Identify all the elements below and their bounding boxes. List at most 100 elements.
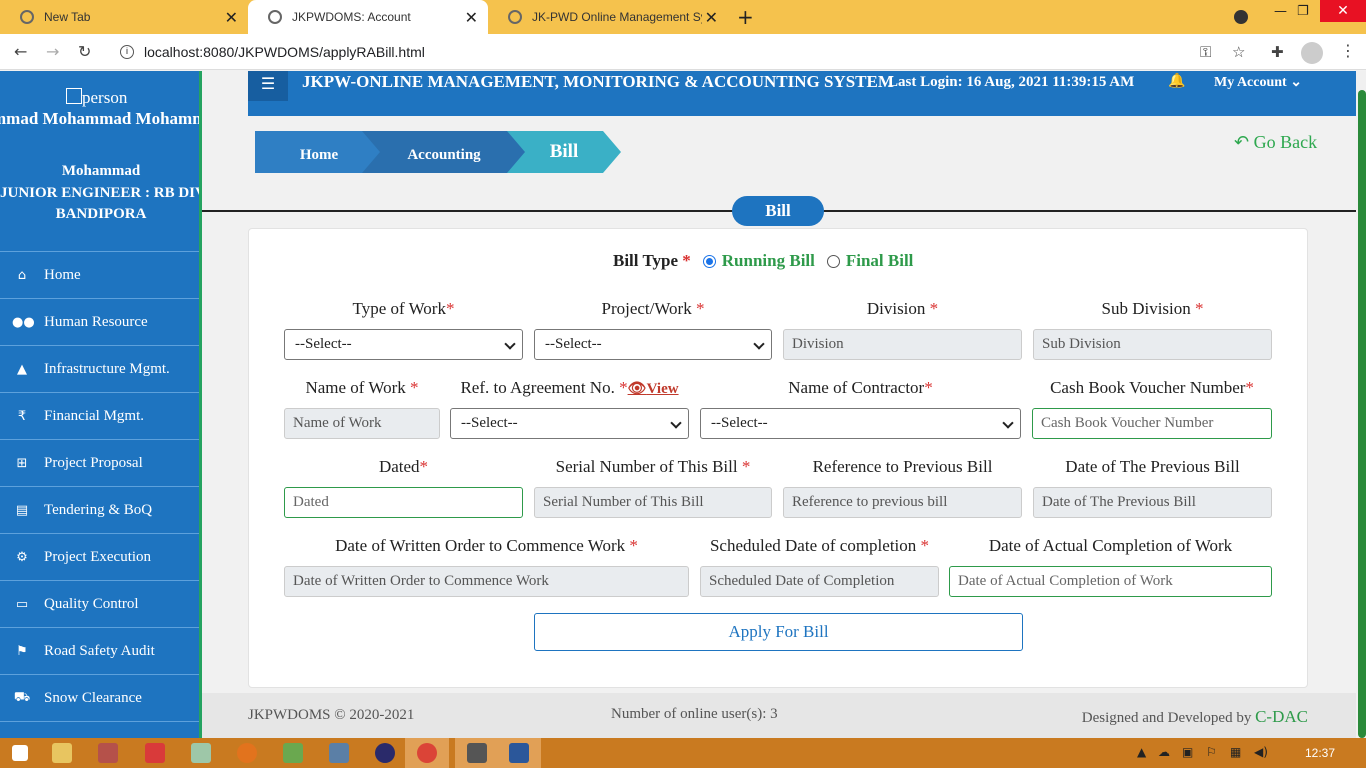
forward-icon[interactable]: →	[46, 42, 59, 61]
browser-tab-new-tab[interactable]: New Tab ✕	[0, 0, 248, 34]
tray-chevron-icon[interactable]: ▲	[1137, 745, 1146, 759]
tab-title: New Tab	[44, 10, 91, 24]
sidebar-item-snow-clearance[interactable]: ⛟ Snow Clearance	[0, 674, 199, 721]
running-bill-radio[interactable]	[702, 254, 716, 268]
app-icon[interactable]	[145, 743, 165, 763]
ref-prev-bill-field[interactable]: Reference to previous bill	[783, 487, 1022, 518]
home-icon: ⌂	[17, 267, 27, 283]
sub-division-field[interactable]: Sub Division	[1033, 329, 1272, 360]
final-bill-radio[interactable]	[826, 254, 840, 268]
browser-tab-jkpwd[interactable]: JK-PWD Online Management Sys ✕	[488, 0, 728, 34]
minimize-icon[interactable]: —	[1274, 4, 1287, 19]
settings-icon[interactable]	[467, 743, 487, 763]
star-icon[interactable]: ☆	[1232, 43, 1245, 61]
running-bill-label[interactable]: Running Bill	[722, 251, 815, 271]
sidebar-item-road-safety[interactable]: ⚑ Road Safety Audit	[0, 627, 199, 674]
flag-tray-icon[interactable]: ▣	[1182, 745, 1193, 759]
key-icon[interactable]: ⚿	[1200, 43, 1211, 61]
tab-search-icon[interactable]	[1234, 10, 1248, 24]
browser-tab-account[interactable]: JKPWDOMS: Account ✕	[248, 0, 488, 34]
user-name: mmad Mohammad Mohammad	[0, 109, 199, 128]
sidebar-item-quality-control[interactable]: ▭ Quality Control	[0, 580, 199, 627]
eye-icon: 👁	[627, 379, 647, 397]
sidebar-item-infrastructure[interactable]: ▲ Infrastructure Mgmt.	[0, 345, 199, 392]
close-tab-icon[interactable]: ✕	[465, 8, 478, 28]
written-order-field[interactable]: Date of Written Order to Commence Work	[284, 566, 689, 597]
go-back-link[interactable]: ↶ Go Back	[1234, 132, 1317, 153]
sidebar-item-project-proposal[interactable]: ⊞ Project Proposal	[0, 439, 199, 486]
bell-icon[interactable]: 🔔	[1168, 73, 1185, 89]
road-icon: ▲	[17, 361, 27, 377]
reload-icon[interactable]: ↻	[78, 42, 91, 61]
serial-number-field[interactable]: Serial Number of This Bill	[534, 487, 772, 518]
scrollbar-thumb[interactable]	[1358, 90, 1366, 738]
app-icon[interactable]	[98, 743, 118, 763]
database-icon[interactable]	[329, 743, 349, 763]
user-place: BANDIPORA	[55, 206, 147, 222]
info-icon[interactable]: i	[120, 45, 134, 59]
users-icon: ●●	[12, 314, 35, 330]
chrome-icon	[20, 10, 34, 24]
scheduled-completion-field[interactable]: Scheduled Date of Completion	[700, 566, 939, 597]
my-account-menu[interactable]: My Account ⌄	[1214, 74, 1302, 91]
cloud-icon[interactable]: ☁	[1158, 745, 1170, 759]
dated-field[interactable]: Dated	[284, 487, 523, 518]
last-login: Last Login: 16 Aug, 2021 11:39:15 AM	[888, 74, 1135, 90]
windows-start-icon[interactable]	[12, 745, 28, 761]
notepad-icon[interactable]	[191, 743, 211, 763]
volume-icon[interactable]: ◀)	[1254, 745, 1268, 759]
extensions-icon[interactable]: ✚	[1271, 43, 1284, 61]
chrome-icon[interactable]	[417, 743, 437, 763]
eclipse-icon[interactable]	[375, 743, 395, 763]
taskbar-clock[interactable]: 12:37	[1305, 746, 1335, 760]
sidebar-item-more[interactable]	[0, 721, 199, 738]
final-bill-label[interactable]: Final Bill	[846, 251, 914, 271]
sidebar-item-home[interactable]: ⌂ Home	[0, 251, 199, 298]
reply-arrow-icon: ↶	[1234, 132, 1250, 153]
profile-avatar[interactable]	[1301, 42, 1323, 64]
app-icon[interactable]	[283, 743, 303, 763]
sidebar-item-tendering[interactable]: ▤ Tendering & BoQ	[0, 486, 199, 533]
word-icon[interactable]	[509, 743, 529, 763]
user-designation: JUNIOR ENGINEER : RB DIVI	[0, 185, 202, 201]
network-icon[interactable]: ▦	[1230, 745, 1241, 759]
view-agreement-link[interactable]: 👁View	[627, 379, 679, 397]
type-of-work-select[interactable]: --Select--	[284, 329, 523, 360]
breadcrumb-home[interactable]: Home	[255, 131, 383, 173]
actual-completion-label: Date of Actual Completion of Work	[988, 536, 1233, 555]
date-prev-bill-field[interactable]: Date of The Previous Bill	[1033, 487, 1272, 518]
cash-book-field[interactable]: Cash Book Voucher Number	[1032, 408, 1272, 439]
url-field[interactable]: i localhost:8080/JKPWDOMS/applyRABill.ht…	[110, 37, 1260, 67]
rupee-icon: ₹	[17, 408, 27, 424]
back-icon[interactable]: ←	[14, 42, 27, 61]
hamburger-icon[interactable]: ☰	[248, 71, 288, 101]
url-text: localhost:8080/JKPWDOMS/applyRABill.html	[144, 44, 425, 60]
name-of-work-field[interactable]: Name of Work	[284, 408, 440, 439]
sidebar-menu: ⌂ Home ●● Human Resource ▲ Infrastructure M…	[0, 251, 199, 738]
ref-agreement-select[interactable]: --Select--	[450, 408, 689, 439]
breadcrumb-accounting[interactable]: Accounting	[362, 131, 526, 173]
sidebar-item-project-execution[interactable]: ⚙ Project Execution	[0, 533, 199, 580]
file-explorer-icon[interactable]	[52, 743, 72, 763]
close-tab-icon[interactable]: ✕	[705, 8, 718, 28]
project-work-label: Project/Work *	[601, 299, 705, 318]
action-center-icon[interactable]: ⚐	[1206, 745, 1217, 759]
footer-designed-by: Designed and Developed by C-DAC	[1081, 707, 1308, 726]
browser-tab-bar: New Tab ✕ JKPWDOMS: Account ✕ JK-PWD Onl…	[0, 0, 1366, 34]
cdac-link[interactable]: C-DAC	[1255, 707, 1308, 726]
menu-icon[interactable]: ⋮	[1340, 41, 1356, 60]
contractor-select[interactable]: --Select--	[700, 408, 1021, 439]
scheduled-completion-label: Scheduled Date of completion *	[709, 536, 930, 555]
apply-for-bill-button[interactable]: Apply For Bill	[534, 613, 1023, 651]
window-close-icon[interactable]: ✕	[1320, 0, 1366, 22]
division-field[interactable]: Division	[783, 329, 1022, 360]
sidebar-item-financial[interactable]: ₹ Financial Mgmt.	[0, 392, 199, 439]
maximize-icon[interactable]: ❐	[1297, 4, 1309, 19]
sidebar-item-human-resource[interactable]: ●● Human Resource	[0, 298, 199, 345]
actual-completion-field[interactable]: Date of Actual Completion of Work	[949, 566, 1272, 597]
project-work-select[interactable]: --Select--	[534, 329, 772, 360]
new-tab-icon[interactable]: +	[737, 5, 754, 29]
address-bar: ← → ↻ i localhost:8080/JKPWDOMS/applyRAB…	[0, 34, 1366, 70]
firefox-icon[interactable]	[237, 743, 257, 763]
close-tab-icon[interactable]: ✕	[225, 8, 238, 28]
